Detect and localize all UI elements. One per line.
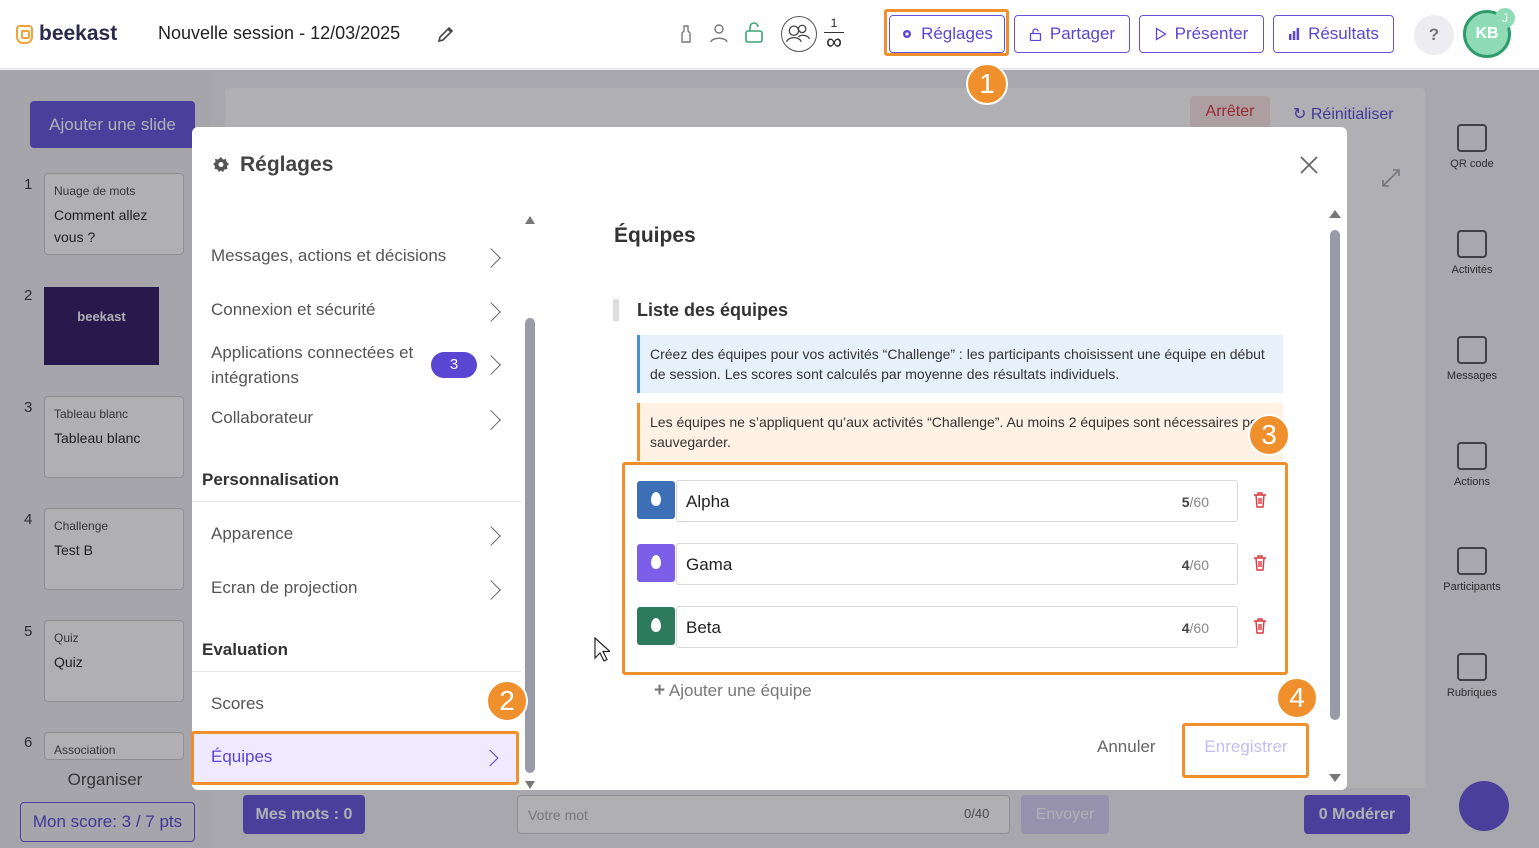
partager-label: Partager <box>1049 24 1116 43</box>
expand-icon[interactable] <box>1380 167 1402 189</box>
counter-max: ∞ <box>826 29 842 54</box>
close-icon[interactable] <box>1297 153 1321 177</box>
modal-title: Réglages <box>212 153 333 177</box>
participants-counter-icon[interactable] <box>781 16 817 52</box>
chevron-right-icon <box>481 248 501 268</box>
section-title: Équipes <box>614 224 696 247</box>
chevron-right-icon <box>481 302 501 322</box>
partager-button[interactable]: Partager <box>1014 15 1130 53</box>
session-title: Nouvelle session - 12/03/2025 <box>158 23 401 43</box>
divider <box>192 671 521 672</box>
scroll-up-icon[interactable] <box>524 215 536 225</box>
add-team-button[interactable]: + Ajouter une équipe <box>654 680 812 702</box>
cancel-button[interactable]: Annuler <box>1097 737 1156 757</box>
step-badge: 3 <box>1248 414 1290 456</box>
chevron-right-icon <box>481 355 501 375</box>
resultats-label: Résultats <box>1308 24 1379 43</box>
beekast-logo[interactable]: beekast <box>16 22 117 46</box>
modal-title-text: Réglages <box>240 153 334 176</box>
warning-message: Les équipes ne s’appliquent qu’aux activ… <box>637 403 1283 461</box>
nav-label: Ecran de projection <box>211 578 358 597</box>
nav-label: Collaborateur <box>211 408 314 427</box>
nav-label: Connexion et sécurité <box>211 300 376 319</box>
nav-item-collaborateur[interactable]: Collaborateur <box>192 408 521 432</box>
info-message: Créez des équipes pour vos activités “Ch… <box>637 335 1283 393</box>
count-badge: 3 <box>431 352 477 378</box>
content-scrollbar[interactable] <box>1328 205 1342 785</box>
settings-nav: Messages, actions et décisions Connexion… <box>192 210 521 788</box>
logo-text: beekast <box>39 22 118 45</box>
nav-item-apparence[interactable]: Apparence <box>192 524 521 548</box>
highlight-teams-list <box>622 462 1288 675</box>
gear-icon <box>213 157 229 172</box>
chevron-right-icon <box>481 410 501 430</box>
nav-item-applications[interactable]: Applications connectées et intégrations … <box>192 340 521 392</box>
presenter-label: Présenter <box>1174 24 1249 43</box>
teams-list-title: Liste des équipes <box>613 299 788 321</box>
chevron-right-icon <box>481 526 501 546</box>
nav-section-evaluation: Evaluation <box>202 640 288 659</box>
play-icon <box>1155 27 1167 41</box>
nav-item-connexion[interactable]: Connexion et sécurité <box>192 300 521 324</box>
beekast-logo-icon <box>16 24 33 44</box>
add-team-label: Ajouter une équipe <box>668 681 812 700</box>
avatar-badge: J <box>1495 8 1515 28</box>
nav-label: Applications connectées et intégrations <box>211 343 414 387</box>
nav-label: Scores <box>211 694 264 713</box>
nav-item-messages[interactable]: Messages, actions et décisions <box>192 246 521 270</box>
plus-icon: + <box>654 680 666 701</box>
scroll-up-icon[interactable] <box>1328 209 1342 219</box>
divider <box>192 501 521 502</box>
scroll-down-icon[interactable] <box>524 780 536 790</box>
scrollbar-thumb[interactable] <box>1330 230 1340 720</box>
nav-section-personnalisation: Personnalisation <box>202 470 339 489</box>
mouse-cursor-icon <box>594 637 610 662</box>
step-badge: 1 <box>966 63 1008 105</box>
step-badge: 2 <box>486 680 528 722</box>
hand-raise-icon[interactable] <box>675 22 697 44</box>
highlight-equipes <box>191 731 519 785</box>
edit-title-pencil-icon[interactable] <box>436 24 456 44</box>
highlight-save <box>1182 723 1309 778</box>
unlock-icon[interactable] <box>743 22 765 44</box>
chevron-right-icon <box>481 580 501 600</box>
nav-item-scores[interactable]: Scores <box>192 694 521 718</box>
presenter-button[interactable]: Présenter <box>1139 15 1264 53</box>
nav-label: Apparence <box>211 524 294 543</box>
nav-item-ecran-projection[interactable]: Ecran de projection <box>192 578 521 602</box>
help-button[interactable]: ? <box>1414 15 1454 55</box>
nav-label: Messages, actions et décisions <box>211 246 447 265</box>
scroll-down-icon[interactable] <box>1328 773 1342 783</box>
highlight-reglages <box>884 9 1009 56</box>
bar-chart-icon <box>1289 28 1300 40</box>
participants-counter: 1 ∞ <box>824 15 844 54</box>
participant-user-icon[interactable] <box>708 22 730 44</box>
resultats-button[interactable]: Résultats <box>1273 15 1394 53</box>
lock-icon <box>1029 27 1042 41</box>
step-badge: 4 <box>1276 677 1318 719</box>
